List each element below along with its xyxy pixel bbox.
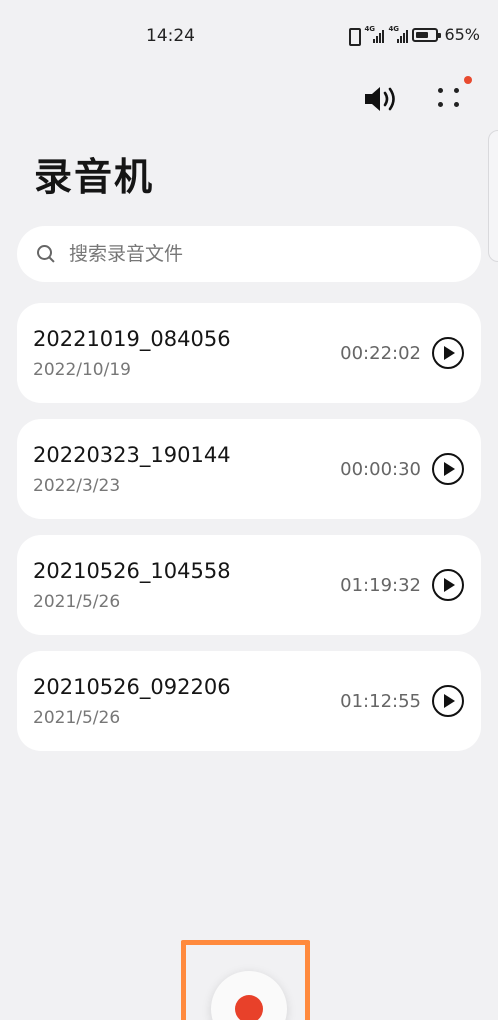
play-icon[interactable] [432, 569, 464, 601]
recording-name: 20220323_190144 [33, 443, 231, 467]
signal-icon-2: 4G [388, 24, 409, 43]
recording-date: 2022/10/19 [33, 360, 131, 380]
play-icon[interactable] [432, 453, 464, 485]
search-input[interactable] [69, 243, 449, 265]
play-icon[interactable] [432, 337, 464, 369]
side-edge-handle[interactable] [488, 130, 498, 262]
recording-item[interactable]: 20210526_104558 2021/5/26 01:19:32 [17, 535, 481, 635]
status-time: 14:24 [146, 26, 195, 46]
recording-item[interactable]: 20210526_092206 2021/5/26 01:12:55 [17, 651, 481, 751]
play-icon[interactable] [432, 685, 464, 717]
recorder-screen: 14:24 4G 4G 65% 录音机 搜索录音文件 20221019_0840… [0, 0, 498, 1020]
battery-icon [412, 27, 442, 42]
battery-fill [416, 31, 429, 38]
recording-item[interactable]: 20221019_084056 2022/10/19 00:22:02 [17, 303, 481, 403]
recording-name: 20210526_092206 [33, 675, 231, 699]
signal-icon-1: 4G [364, 24, 385, 43]
recording-item[interactable]: 20220323_190144 2022/3/23 00:00:30 [17, 419, 481, 519]
recording-duration: 00:00:30 [340, 459, 421, 480]
search-icon [35, 243, 57, 265]
record-icon [235, 995, 263, 1020]
more-dots-icon[interactable] [432, 76, 472, 114]
network-type-2: 4G [388, 24, 400, 33]
status-icons: 4G 4G [346, 24, 442, 46]
recording-name: 20221019_084056 [33, 327, 231, 351]
recording-duration: 01:12:55 [340, 691, 421, 712]
search-bar[interactable] [17, 226, 481, 282]
page-title: 录音机 [34, 155, 155, 199]
battery-percent: 65% [444, 25, 480, 44]
vibrate-icon [346, 27, 362, 46]
recording-list: 20221019_084056 2022/10/19 00:22:02 2022032… [17, 303, 481, 767]
recording-duration: 01:19:32 [340, 575, 421, 596]
notification-badge [464, 76, 472, 84]
recording-date: 2021/5/26 [33, 708, 121, 728]
recording-date: 2021/5/26 [33, 592, 121, 612]
recording-date: 2022/3/23 [33, 476, 121, 496]
network-type-1: 4G [364, 24, 376, 33]
recording-name: 20210526_104558 [33, 559, 231, 583]
status-bar: 14:24 4G 4G 65% [0, 0, 498, 72]
speaker-icon[interactable] [362, 84, 400, 114]
status-indicators: 4G 4G 65% [346, 24, 480, 46]
recording-duration: 00:22:02 [340, 343, 421, 364]
